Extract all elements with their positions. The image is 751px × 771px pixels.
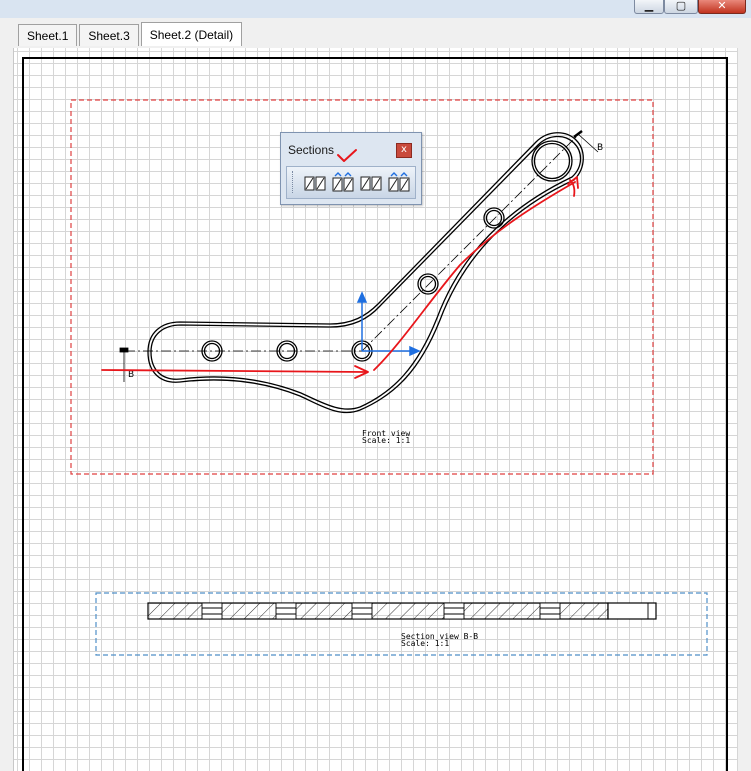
offset-section-cut-button[interactable] [359,171,383,195]
red-check-mark-icon [337,149,357,162]
aligned-section-view-icon [332,172,354,192]
offset-section-view-icon [304,176,326,191]
sections-toolbar[interactable]: Sections x [280,132,422,205]
aligned-section-cut-icon [388,172,410,192]
sections-toolbar-close-button[interactable]: x [396,143,412,158]
sections-tool-tray [286,166,416,199]
front-view-scale: Scale: 1:1 [362,436,410,445]
cut-label-start: B [128,370,134,380]
section-view-scale: Scale: 1:1 [401,639,449,648]
drawing-canvas[interactable]: B B Front view Scale: 1:1 Section view B… [0,0,751,771]
offset-section-view-button[interactable] [303,171,327,195]
aligned-section-view-button[interactable] [331,171,355,195]
section-view-b-b[interactable] [147,602,657,620]
red-annotation-arrows [101,176,579,379]
toolbar-grip-handle[interactable] [292,171,296,193]
aligned-section-cut-button[interactable] [387,171,411,195]
sections-toolbar-title: Sections [288,143,335,157]
offset-section-cut-icon [360,176,382,191]
cut-label-end: B [597,143,603,153]
